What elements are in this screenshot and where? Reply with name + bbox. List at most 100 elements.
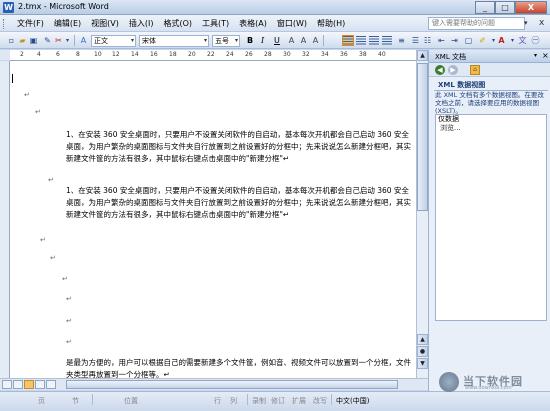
encircle-icon[interactable]: ㊀: [530, 35, 541, 46]
character-scale-icon[interactable]: A: [310, 35, 321, 46]
scroll-up-icon[interactable]: ▲: [417, 50, 428, 61]
reading-view-button[interactable]: [46, 380, 56, 389]
paragraph-3[interactable]: 是最为方便的，用户可以根据自己的需要新建多个文件筐，例如音、视频文件可以放置到一…: [66, 357, 412, 378]
decrease-indent-icon[interactable]: ⇤: [436, 35, 447, 46]
forward-icon[interactable]: ▶: [448, 65, 458, 75]
style-select[interactable]: 正文 ▾: [91, 35, 136, 47]
close-button[interactable]: X: [515, 1, 547, 14]
previous-page-icon[interactable]: ▲: [417, 334, 428, 345]
save-icon[interactable]: ▣: [28, 35, 39, 46]
status-ovr[interactable]: 改写: [313, 396, 327, 406]
title-bar: W 2.tmx - Microsoft Word _ □ X: [0, 0, 550, 15]
menu-insert[interactable]: 插入(I): [124, 18, 159, 29]
menubar-grip[interactable]: [3, 19, 6, 29]
task-pane-menu-icon[interactable]: ▾: [534, 52, 537, 59]
italic-button[interactable]: I: [261, 35, 264, 46]
bold-button[interactable]: B: [247, 35, 253, 46]
increase-indent-icon[interactable]: ⇥: [449, 35, 460, 46]
chevron-down-icon: ▾: [203, 37, 207, 44]
character-border-icon[interactable]: A: [286, 35, 297, 46]
maximize-button[interactable]: □: [495, 1, 515, 14]
toolbar-options-icon[interactable]: ▾: [62, 35, 73, 46]
permission-icon[interactable]: ✎: [42, 35, 53, 46]
word-app-icon[interactable]: W: [3, 2, 14, 13]
line-spacing-icon[interactable]: ≡: [396, 35, 407, 46]
horizontal-scrollbar[interactable]: [0, 378, 428, 390]
distribute-button[interactable]: [382, 36, 392, 45]
status-page: 页: [38, 397, 45, 405]
back-icon[interactable]: ◀: [435, 65, 445, 75]
numbering-icon[interactable]: ☰: [410, 35, 421, 46]
scrollbar-thumb[interactable]: [417, 63, 428, 211]
data-view-list[interactable]: 仅数据 浏览...: [435, 114, 547, 321]
ruler-tick: 10: [94, 51, 102, 58]
align-center-button[interactable]: [356, 36, 366, 45]
ruler-tick: 26: [245, 51, 253, 58]
paragraph-2[interactable]: 1、在安装 360 安全桌面时，只要用户不设置关闭软件的自启动，基本每次开机都会…: [66, 185, 412, 221]
ruler-tick: 8: [76, 51, 80, 58]
vertical-ruler[interactable]: [0, 61, 10, 378]
status-rec[interactable]: 录制: [252, 396, 266, 406]
browse-object-icon[interactable]: ●: [417, 346, 428, 357]
toolbar: ▫ ▰ ▣ ✎ ✂ ▾ A 正文 ▾ 宋体 ▾ 五号 ▾ B I U A A A…: [0, 32, 550, 49]
outline-view-button[interactable]: [35, 380, 45, 389]
border-icon[interactable]: ▢: [463, 35, 474, 46]
phonetic-guide-icon[interactable]: 文: [517, 35, 528, 46]
status-separator: [247, 394, 248, 405]
horizontal-ruler[interactable]: 2 4 6 8 10 12 14 16 18 20 22 24 26 28 30…: [10, 50, 416, 61]
list-item-browse[interactable]: 浏览...: [436, 124, 546, 133]
ruler-tick: 34: [321, 51, 329, 58]
task-pane-close-icon[interactable]: ×: [542, 51, 549, 60]
underline-button[interactable]: U: [274, 35, 280, 46]
font-size-select[interactable]: 五号 ▾: [212, 35, 240, 47]
menu-edit[interactable]: 编辑(E): [49, 18, 86, 29]
vertical-scrollbar[interactable]: ▲ ▲ ● ▼: [416, 50, 428, 378]
document-page[interactable]: ↵ ↵ 1、在安装 360 安全桌面时，只要用户不设置关闭软件的自启动，基本每次…: [10, 61, 416, 378]
home-icon[interactable]: ⌂: [470, 65, 480, 75]
menu-file[interactable]: 文件(F): [12, 18, 49, 29]
status-line: 行: [214, 397, 221, 405]
web-view-button[interactable]: [13, 380, 23, 389]
document-close-button[interactable]: x: [539, 18, 544, 28]
status-separator: [331, 394, 332, 405]
font-color-icon[interactable]: A: [496, 35, 507, 46]
highlight-icon[interactable]: ✐: [477, 35, 488, 46]
menu-window[interactable]: 窗口(W): [272, 18, 312, 29]
paragraph-mark: ↵: [48, 176, 54, 184]
normal-view-button[interactable]: [2, 380, 12, 389]
window-title: 2.tmx - Microsoft Word: [18, 2, 109, 11]
paragraph-1[interactable]: 1、在安装 360 安全桌面时，只要用户不设置关闭软件的自启动，基本每次开机都会…: [66, 129, 412, 165]
help-dropdown-icon[interactable]: ▾: [524, 19, 528, 27]
next-page-icon[interactable]: ▼: [417, 358, 428, 369]
chevron-down-icon: ▾: [234, 37, 238, 44]
menu-view[interactable]: 视图(V): [86, 18, 124, 29]
paragraph-mark: ↵: [50, 254, 56, 262]
menu-format[interactable]: 格式(O): [158, 18, 197, 29]
new-document-icon[interactable]: ▫: [6, 35, 17, 46]
bullets-icon[interactable]: ☷: [422, 35, 433, 46]
task-pane-title[interactable]: XML 文档: [435, 52, 466, 62]
status-ext[interactable]: 扩展: [292, 396, 306, 406]
align-right-button[interactable]: [369, 36, 379, 45]
help-search-input[interactable]: 键入需要帮助的问题: [428, 17, 525, 30]
watermark: 当下软件园 www.downxia.com: [437, 372, 547, 392]
status-trk[interactable]: 修订: [271, 396, 285, 406]
list-item-data-only[interactable]: 仅数据: [436, 115, 546, 124]
character-shading-icon[interactable]: A: [298, 35, 309, 46]
menu-bar: 文件(F) 编辑(E) 视图(V) 插入(I) 格式(O) 工具(T) 表格(A…: [0, 15, 550, 32]
ruler-tick: 14: [131, 51, 139, 58]
ruler-tick: 32: [302, 51, 310, 58]
styles-icon[interactable]: A: [78, 35, 89, 46]
menu-tools[interactable]: 工具(T): [197, 18, 234, 29]
tab-selector[interactable]: [0, 50, 10, 60]
style-select-value: 正文: [94, 37, 108, 45]
font-select-value: 宋体: [142, 37, 156, 45]
menu-table[interactable]: 表格(A): [234, 18, 272, 29]
align-justify-button[interactable]: [342, 35, 354, 46]
horizontal-scrollbar-thumb[interactable]: [66, 380, 398, 389]
minimize-button[interactable]: _: [475, 1, 495, 14]
menu-help[interactable]: 帮助(H): [312, 18, 350, 29]
print-view-button[interactable]: [24, 380, 34, 389]
open-folder-icon[interactable]: ▰: [17, 35, 28, 46]
font-select[interactable]: 宋体 ▾: [139, 35, 209, 47]
